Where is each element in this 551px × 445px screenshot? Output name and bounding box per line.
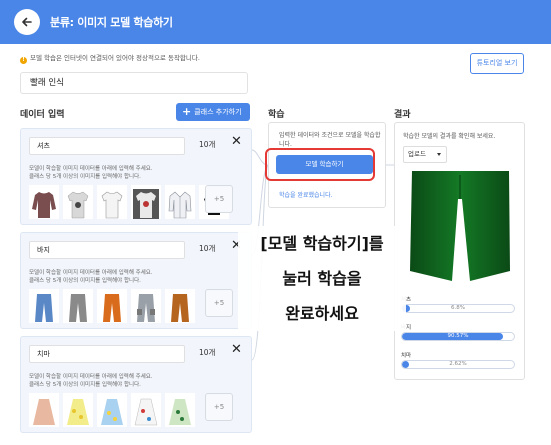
instruction-line: [모델 학습하기]를 xyxy=(260,234,384,253)
page-title: 분류: 이미지 모델 학습하기 xyxy=(50,16,173,29)
pants-thumbnail[interactable] xyxy=(29,289,59,323)
class-image-count: 10개 xyxy=(199,244,216,253)
header-bar: 분류: 이미지 모델 학습하기 xyxy=(0,0,551,44)
class-card-pants: 바지 10개 ✕ 모델이 학습할 이미지 데이터를 아래에 입력해 주세요. 클… xyxy=(20,232,252,329)
pants-thumbnail[interactable] xyxy=(97,289,127,323)
instruction-line: 눌러 학습을 xyxy=(282,269,362,288)
probability-shirt: 셔츠 6.8% xyxy=(401,295,519,313)
class-name-input[interactable]: 셔츠 xyxy=(29,137,185,155)
data-input-heading: 데이터 입력 xyxy=(20,110,65,120)
class-help-line: 모델이 학습할 이미지 데이터를 아래에 입력해 주세요. xyxy=(29,270,153,276)
upload-dropdown-label: 업로드 xyxy=(408,150,426,158)
image-thumbnails xyxy=(29,393,195,427)
training-heading: 학습 xyxy=(268,110,285,120)
more-images-button[interactable]: +5 xyxy=(205,185,233,213)
probability-value: 2.62% xyxy=(449,361,467,367)
probability-bar: 90.57% xyxy=(401,332,515,341)
upload-dropdown[interactable]: 업로드 xyxy=(403,146,447,163)
training-description: 입력한 데이터와 조건으로 모델을 학습합니다. xyxy=(279,132,381,148)
notice-text: 모델 학습은 인터넷이 연결되어 있어야 정상적으로 동작합니다. xyxy=(30,54,200,62)
image-thumbnails xyxy=(29,289,195,323)
close-icon[interactable]: ✕ xyxy=(231,135,242,148)
back-button[interactable] xyxy=(14,9,40,35)
uploaded-image-preview xyxy=(410,171,510,281)
project-name-input[interactable]: 빨래 인식 xyxy=(20,72,248,94)
tutorial-button[interactable]: 튜토리얼 보기 xyxy=(470,53,524,74)
probability-value: 6.8% xyxy=(451,305,465,311)
probability-skirt: 치마 2.62% xyxy=(401,351,519,369)
connection-notice: ! 모델 학습은 인터넷이 연결되어 있어야 정상적으로 동작합니다. xyxy=(20,52,200,64)
class-card-shirt: 셔츠 10개 ✕ 모델이 학습할 이미지 데이터를 아래에 입력해 주세요. 클… xyxy=(20,128,252,225)
pants-thumbnail[interactable] xyxy=(131,289,161,323)
pants-thumbnail[interactable] xyxy=(165,289,195,323)
class-image-count: 10개 xyxy=(199,140,216,149)
probability-pants: 바지 90.57% xyxy=(401,323,519,341)
add-class-label: 클래스 추가하기 xyxy=(194,108,242,116)
result-description: 학습한 모델의 결과를 확인해 보세요. xyxy=(403,133,496,140)
close-icon[interactable]: ✕ xyxy=(231,343,242,356)
skirt-thumbnail[interactable] xyxy=(131,393,161,427)
warning-icon: ! xyxy=(20,57,27,64)
class-name-input[interactable]: 바지 xyxy=(29,241,185,259)
more-images-button[interactable]: +5 xyxy=(205,289,233,317)
result-card: 학습한 모델의 결과를 확인해 보세요. 업로드 셔츠 6.8% 바지 90.5… xyxy=(394,122,525,380)
probability-bar: 6.8% xyxy=(401,304,515,313)
instruction-overlay: [모델 학습하기]를 눌러 학습을 완료하세요 xyxy=(238,226,406,331)
class-help-line: 클래스 당 5개 이상의 이미지를 입력해야 합니다. xyxy=(29,382,141,388)
arrow-left-icon xyxy=(22,17,32,27)
class-help-line: 모델이 학습할 이미지 데이터를 아래에 입력해 주세요. xyxy=(29,166,153,172)
shirt-thumbnail[interactable] xyxy=(63,185,93,219)
class-help-text: 모델이 학습할 이미지 데이터를 아래에 입력해 주세요. 클래스 당 5개 이… xyxy=(29,165,153,181)
image-thumbnails xyxy=(29,185,229,219)
shirt-thumbnail[interactable] xyxy=(97,185,127,219)
pants-thumbnail[interactable] xyxy=(63,289,93,323)
train-button-highlight xyxy=(265,148,375,181)
more-images-button[interactable]: +5 xyxy=(205,393,233,421)
caret-down-icon xyxy=(437,153,441,156)
class-help-text: 모델이 학습할 이미지 데이터를 아래에 입력해 주세요. 클래스 당 5개 이… xyxy=(29,269,153,285)
probability-label: 셔츠 xyxy=(401,297,412,303)
shirt-thumbnail[interactable] xyxy=(165,185,195,219)
shirt-thumbnail[interactable] xyxy=(131,185,161,219)
add-class-button[interactable]: + 클래스 추가하기 xyxy=(176,103,250,121)
skirt-thumbnail[interactable] xyxy=(63,393,93,427)
skirt-thumbnail[interactable] xyxy=(165,393,195,427)
skirt-thumbnail[interactable] xyxy=(97,393,127,427)
training-complete-text: 학습을 완료했습니다. xyxy=(279,192,333,199)
class-help-line: 클래스 당 5개 이상의 이미지를 입력해야 합니다. xyxy=(29,278,141,284)
instruction-line: 완료하세요 xyxy=(285,304,359,323)
skirt-thumbnail[interactable] xyxy=(29,393,59,427)
shirt-thumbnail[interactable] xyxy=(29,185,59,219)
class-help-line: 클래스 당 5개 이상의 이미지를 입력해야 합니다. xyxy=(29,174,141,180)
probability-bar: 2.62% xyxy=(401,360,515,369)
result-heading: 결과 xyxy=(394,110,411,120)
class-image-count: 10개 xyxy=(199,348,216,357)
plus-icon: + xyxy=(182,105,192,118)
class-card-skirt: 치마 10개 ✕ 모델이 학습할 이미지 데이터를 아래에 입력해 주세요. 클… xyxy=(20,336,252,433)
probability-label: 치마 xyxy=(401,353,412,359)
probability-label: 바지 xyxy=(401,325,412,331)
class-help-text: 모델이 학습할 이미지 데이터를 아래에 입력해 주세요. 클래스 당 5개 이… xyxy=(29,373,153,389)
probability-value: 90.57% xyxy=(447,333,469,339)
class-help-line: 모델이 학습할 이미지 데이터를 아래에 입력해 주세요. xyxy=(29,374,153,380)
class-name-input[interactable]: 치마 xyxy=(29,345,185,363)
